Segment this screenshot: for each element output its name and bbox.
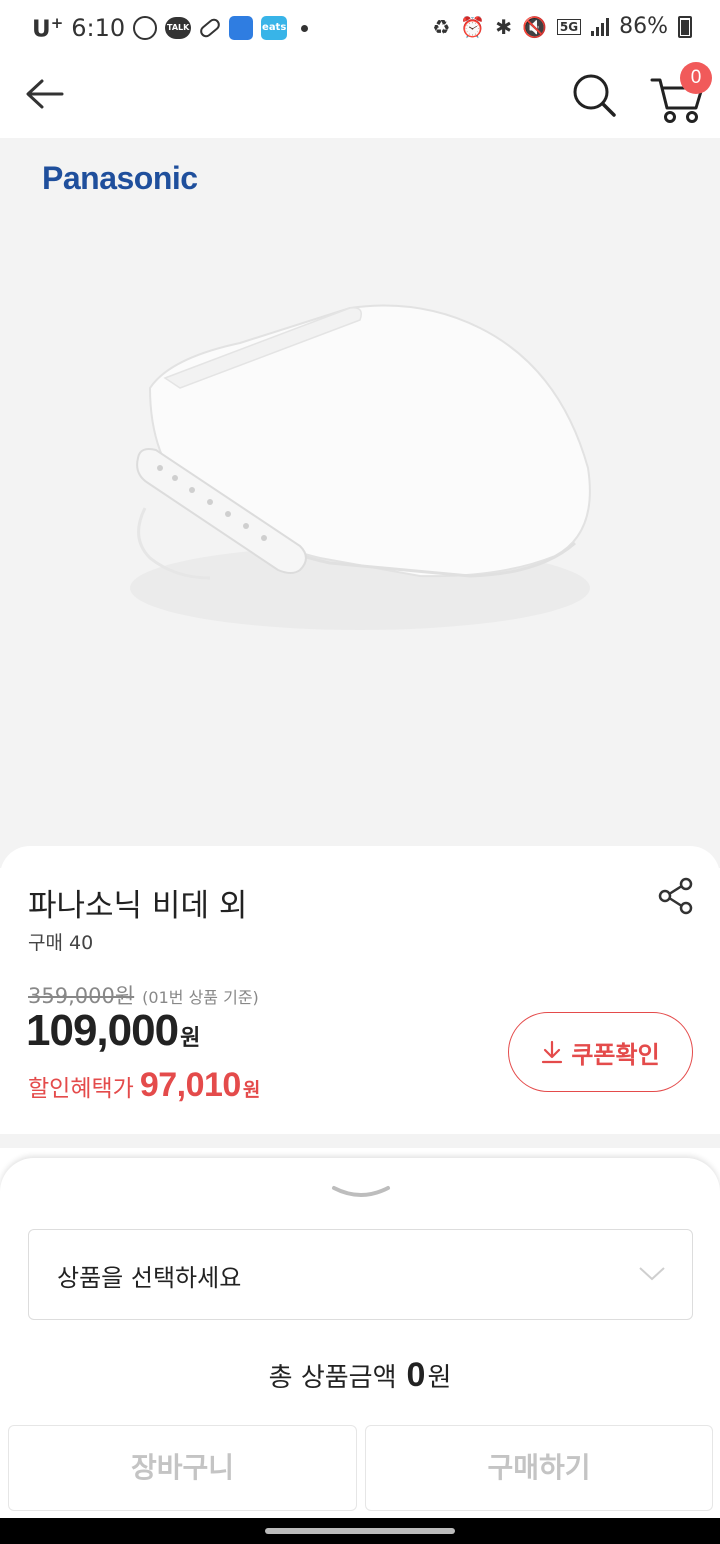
download-icon <box>542 1040 563 1064</box>
original-price-note: (01번 상품 기준) <box>142 988 259 1007</box>
search-button[interactable] <box>566 70 622 126</box>
cart-count-badge: 0 <box>680 62 712 94</box>
discount-label: 할인혜택가 <box>28 1076 134 1102</box>
more-notifications-icon <box>301 24 309 32</box>
app-bar: 0 <box>0 58 720 138</box>
price-row: 109,000 원 <box>26 1006 200 1056</box>
option-select-placeholder: 상품을 선택하세요 <box>57 1264 242 1292</box>
sale-price-unit: 원 <box>180 1026 201 1051</box>
signal-icon <box>591 17 610 36</box>
whatsapp-icon <box>133 16 158 41</box>
sheet-collapse-handle[interactable] <box>330 1180 392 1202</box>
carrier-label: U+ <box>32 14 64 43</box>
discount-price: 97,010 <box>139 1066 242 1104</box>
product-info-card: 파나소닉 비데 외 구매 40 359,000원 (01번 상품 기준) 109… <box>0 846 720 1134</box>
purchase-count: 구매 40 <box>28 932 94 954</box>
discount-row: 할인혜택가 97,010 원 <box>28 1066 260 1105</box>
product-title: 파나소닉 비데 외 <box>28 888 248 924</box>
search-icon <box>573 74 616 117</box>
add-to-cart-button[interactable]: 장바구니 <box>8 1425 357 1511</box>
total-price-value: 0 <box>406 1356 426 1394</box>
kakaotalk-icon: TALK <box>165 17 192 40</box>
back-button[interactable] <box>20 72 72 124</box>
app-notification-icon <box>229 16 254 41</box>
coupon-button-label: 쿠폰확인 <box>571 1040 660 1069</box>
purchase-bottom-sheet: 상품을 선택하세요 총 상품금액 0 원 장바구니 구매하기 <box>0 1158 720 1520</box>
alarm-icon: ⏰ <box>460 14 486 39</box>
sale-price: 109,000 <box>26 1006 179 1055</box>
arrow-left-icon <box>26 79 64 109</box>
discount-price-unit: 원 <box>242 1079 261 1101</box>
total-price-row: 총 상품금액 0 원 <box>0 1356 720 1395</box>
buy-now-button[interactable]: 구매하기 <box>365 1425 713 1511</box>
bidet-illustration <box>130 304 591 630</box>
mute-icon: 🔇 <box>521 14 547 39</box>
battery-icon <box>678 15 692 38</box>
total-price-unit: 원 <box>427 1363 452 1393</box>
cart-button[interactable]: 0 <box>646 62 712 130</box>
system-nav-bar <box>0 1518 720 1544</box>
total-price-label: 총 상품금액 <box>268 1363 397 1393</box>
battery-saver-icon: ♻ <box>432 14 451 39</box>
network-5g-icon: 5G <box>556 18 582 35</box>
pill-icon <box>197 16 223 40</box>
dropdown-chevron-icon <box>639 1267 665 1281</box>
home-indicator[interactable] <box>265 1528 455 1534</box>
option-select-dropdown[interactable]: 상품을 선택하세요 <box>28 1229 693 1320</box>
eats-app-icon: eats <box>261 16 288 41</box>
battery-percent: 86% <box>619 14 668 39</box>
chevron-down-icon <box>332 1186 390 1197</box>
clock: 6:10 <box>71 14 126 43</box>
share-button[interactable] <box>654 874 698 918</box>
product-image[interactable]: Panasonic <box>0 138 720 868</box>
status-bar: U+ 6:10 TALK eats ♻ ⏰ ✱ 🔇 5G 86% <box>0 0 720 58</box>
coupon-button[interactable]: 쿠폰확인 <box>508 1012 693 1092</box>
share-icon <box>658 877 693 915</box>
section-divider <box>0 1134 720 1148</box>
bluetooth-icon: ✱ <box>495 14 512 39</box>
